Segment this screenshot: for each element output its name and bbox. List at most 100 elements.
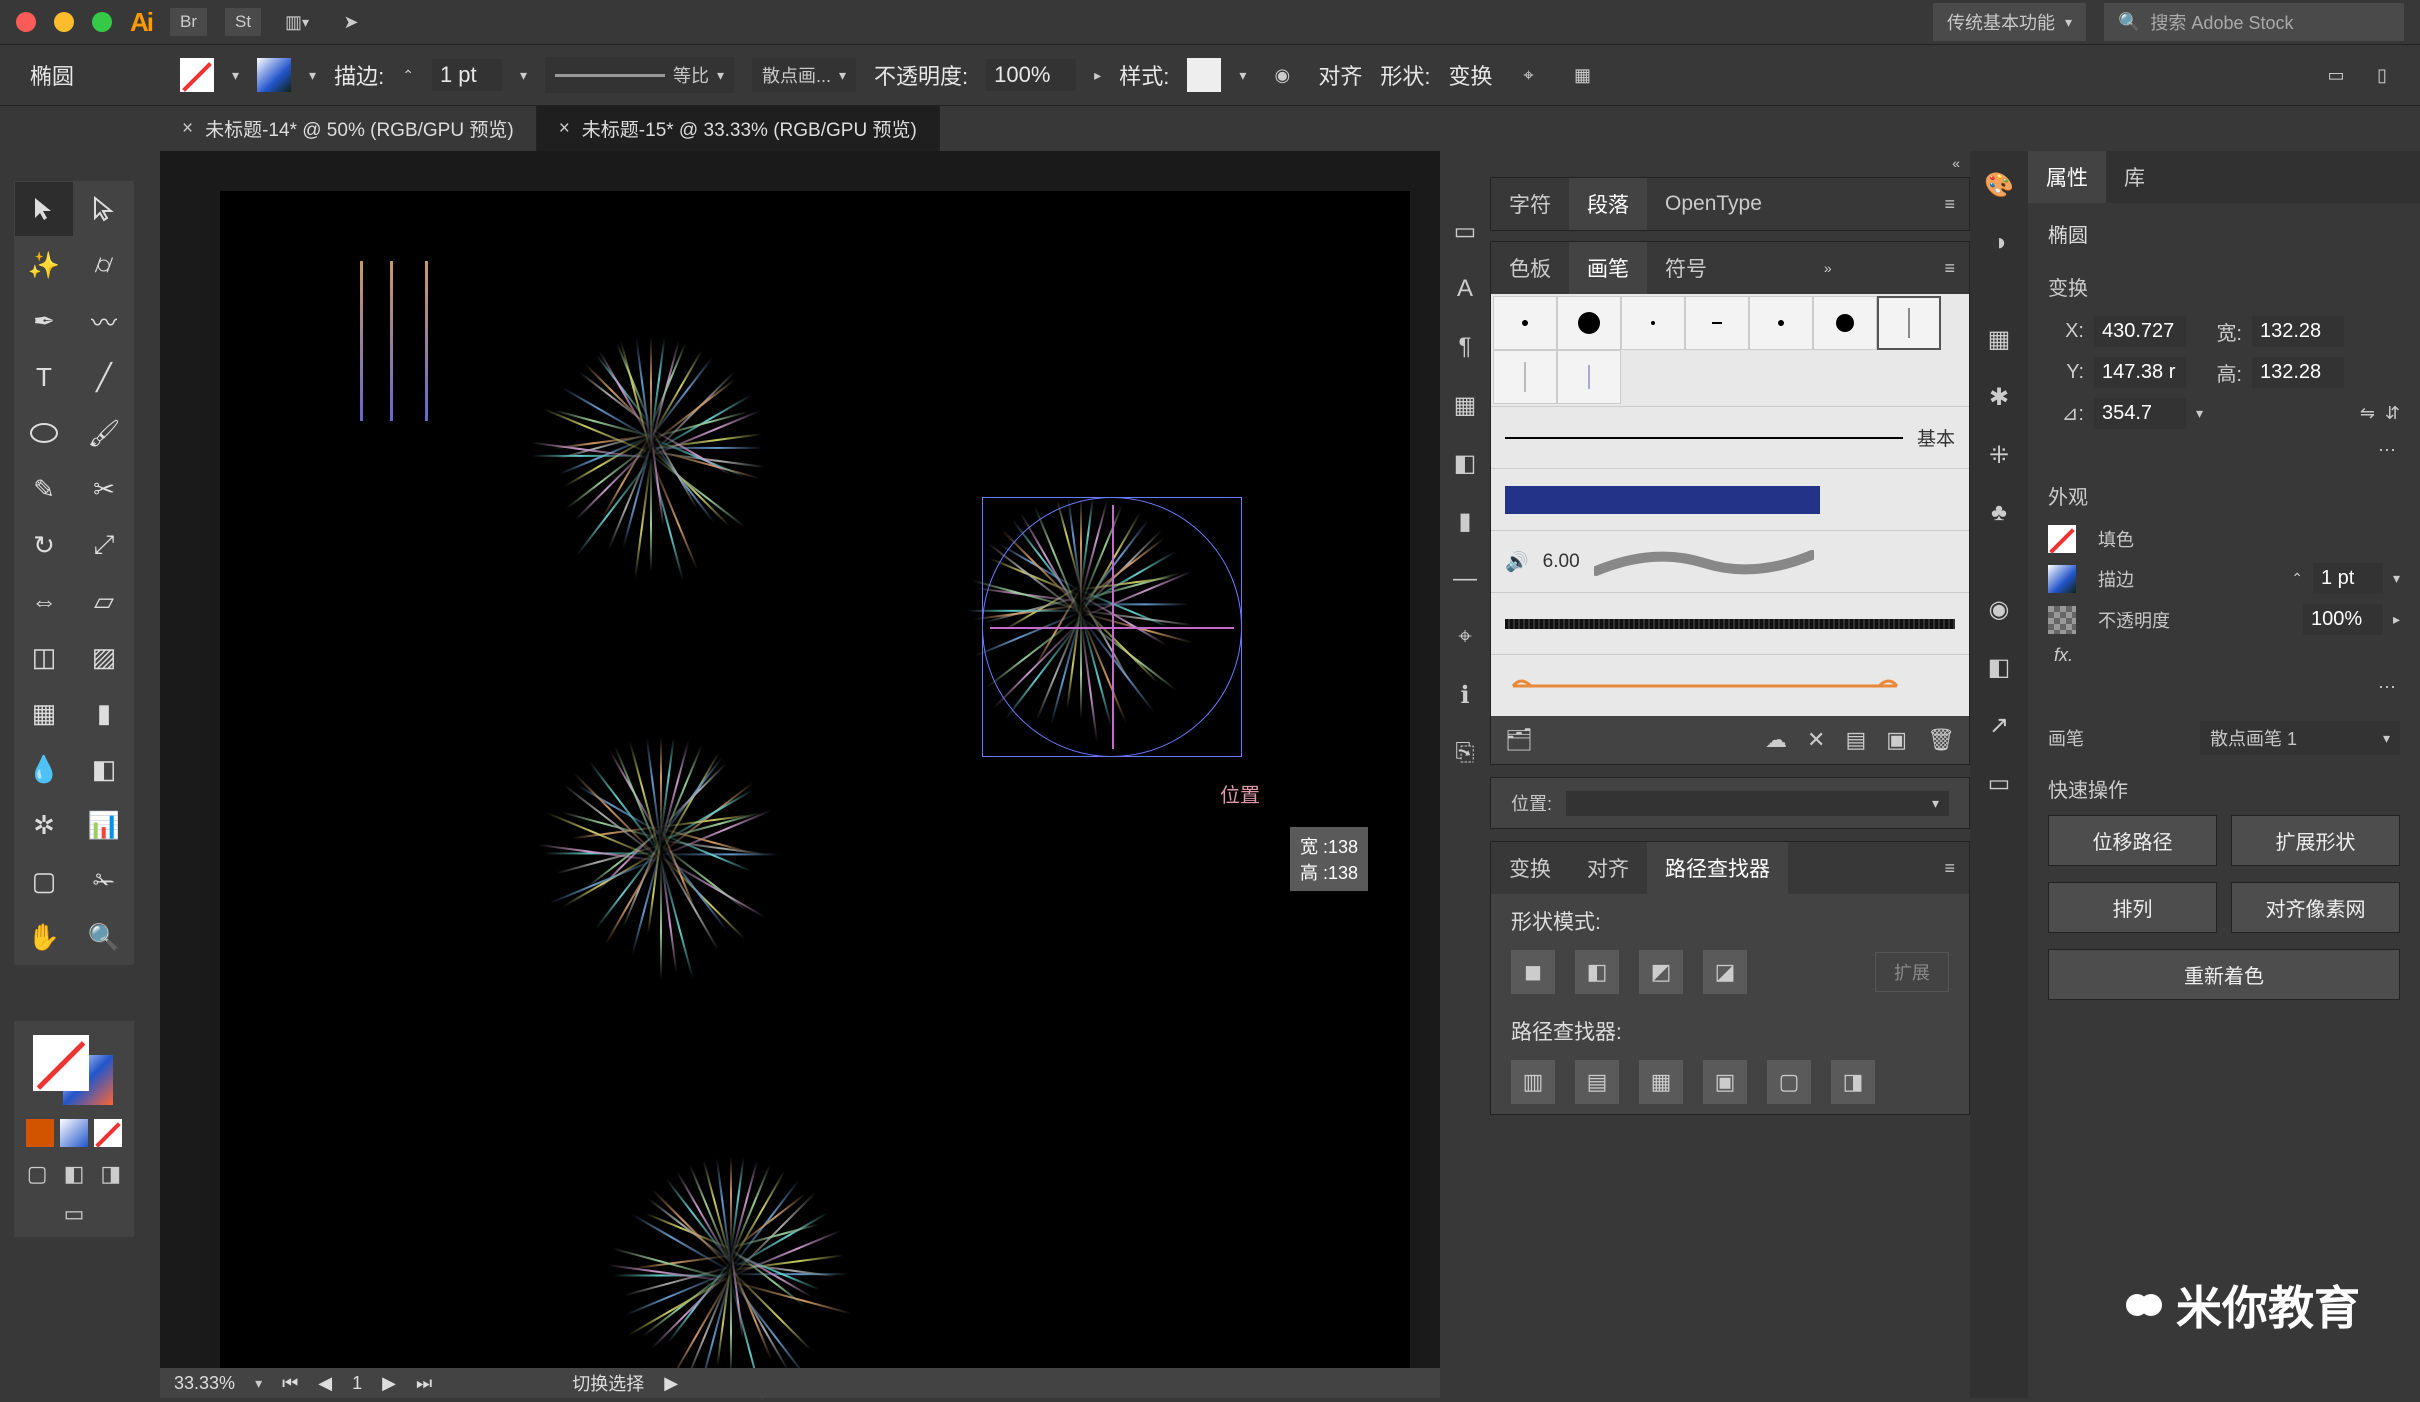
chevron-down-icon[interactable]: ▾: [255, 1375, 262, 1392]
profile-select[interactable]: 等比 ▾: [545, 57, 734, 93]
tab-char[interactable]: 字符: [1491, 178, 1569, 230]
shaper-tool[interactable]: ✎: [15, 462, 73, 516]
panel-menu-icon[interactable]: ≡: [1930, 194, 1969, 215]
nav-next-icon[interactable]: ▶: [382, 1373, 396, 1394]
symbol-sprayer-tool[interactable]: ✲: [15, 798, 73, 852]
fill-swatch[interactable]: [180, 58, 214, 92]
style-dropdown[interactable]: ▾: [1239, 67, 1246, 84]
selection-tool[interactable]: [15, 182, 73, 236]
tab-swatches[interactable]: 色板: [1491, 242, 1569, 294]
align-link[interactable]: 对齐: [1318, 59, 1362, 91]
collapsed-panel-icon[interactable]: ¶: [1445, 327, 1485, 367]
collapsed-panel-icon[interactable]: —: [1445, 559, 1485, 599]
brush-row-pattern[interactable]: [1491, 468, 1969, 530]
delete-brush-icon[interactable]: 🗑: [1927, 727, 1955, 753]
line-tool[interactable]: ╱: [75, 350, 133, 404]
macos-close[interactable]: [16, 12, 36, 32]
eyedropper-tool[interactable]: 💧: [15, 742, 73, 796]
panel-menu-icon[interactable]: ≡: [1930, 258, 1969, 279]
recolor-button[interactable]: 重新着色: [2048, 949, 2400, 1000]
align-pixel-button[interactable]: 对齐像素网: [2231, 882, 2400, 933]
angle-input[interactable]: [2094, 398, 2186, 429]
gradient-mode-swatch[interactable]: [60, 1119, 88, 1147]
doc-tab-2[interactable]: × 未标题-15* @ 33.33% (RGB/GPU 预览): [537, 106, 940, 151]
brush-swatch-selected[interactable]: [1877, 296, 1941, 350]
artboard[interactable]: 位置 宽 :138 高 :138: [220, 191, 1410, 1391]
column-graph-tool[interactable]: 📊: [75, 798, 133, 852]
tab-symbols[interactable]: 符号: [1647, 242, 1725, 294]
pf-crop-icon[interactable]: ▣: [1703, 1060, 1747, 1104]
expand-button[interactable]: 扩展: [1875, 952, 1949, 992]
brush-row-art1[interactable]: [1491, 592, 1969, 654]
fill-stroke-swatch[interactable]: [29, 1031, 119, 1111]
color-guide-icon[interactable]: ◑: [1979, 223, 2019, 263]
tab-brushes[interactable]: 画笔: [1569, 242, 1647, 294]
perspective-tool[interactable]: ▨: [75, 630, 133, 684]
artboard-tool[interactable]: ▢: [15, 854, 73, 908]
stroke-weight-input[interactable]: [432, 59, 502, 91]
shape-builder-tool[interactable]: ◫: [15, 630, 73, 684]
pf-minusback-icon[interactable]: ◨: [1831, 1060, 1875, 1104]
close-icon[interactable]: ×: [182, 118, 193, 140]
collapsed-panel-icon[interactable]: ◧: [1445, 443, 1485, 483]
style-swatch[interactable]: [1187, 58, 1221, 92]
close-icon[interactable]: ×: [559, 118, 570, 140]
brush-swatch[interactable]: [1493, 350, 1557, 404]
macos-min[interactable]: [54, 12, 74, 32]
none-mode-swatch[interactable]: [94, 1119, 122, 1147]
collapsed-panel-icon[interactable]: ℹ: [1445, 675, 1485, 715]
stock-tile[interactable]: St: [225, 8, 261, 36]
magic-wand-tool[interactable]: ✨: [15, 238, 73, 292]
ellipse-tool[interactable]: [15, 406, 73, 460]
macos-max[interactable]: [92, 12, 112, 32]
opacity-dropdown[interactable]: ▸: [1094, 67, 1101, 84]
y-input[interactable]: [2094, 357, 2186, 388]
collapsed-panel-icon[interactable]: ⌖: [1445, 617, 1485, 657]
free-transform-tool[interactable]: ▱: [75, 574, 133, 628]
panel-toggle-b-icon[interactable]: ▯: [2364, 57, 2400, 93]
zoom-readout[interactable]: 33.33%: [174, 1373, 235, 1394]
opacity-swatch[interactable]: [2048, 606, 2076, 634]
brush-def-select[interactable]: 散点画... ▾: [752, 58, 856, 92]
brush-row-art2[interactable]: [1491, 654, 1969, 716]
pf-intersect-icon[interactable]: ◩: [1639, 950, 1683, 994]
draw-inside-icon[interactable]: ◨: [100, 1161, 121, 1187]
expand-icon[interactable]: »: [1814, 260, 1842, 276]
appearance-icon[interactable]: ◉: [1979, 589, 2019, 629]
stock-search[interactable]: 🔍 搜索 Adobe Stock: [2104, 3, 2404, 41]
brush-swatch[interactable]: [1493, 296, 1557, 350]
collapsed-panel-icon[interactable]: ⎘: [1445, 733, 1485, 773]
paintbrush-tool[interactable]: 🖌: [75, 406, 133, 460]
brush-row-basic[interactable]: 基本: [1491, 406, 1969, 468]
offset-path-button[interactable]: 位移路径: [2048, 815, 2217, 866]
recolor-icon[interactable]: ◉: [1264, 57, 1300, 93]
collapsed-panel-icon[interactable]: A: [1445, 269, 1485, 309]
brush-swatch[interactable]: [1749, 296, 1813, 350]
eraser-tool[interactable]: ✂: [75, 462, 133, 516]
brush-swatch[interactable]: [1685, 296, 1749, 350]
draw-behind-icon[interactable]: ◧: [64, 1161, 85, 1187]
artboards-panel-icon[interactable]: ▭: [1979, 763, 2019, 803]
panel-menu-icon[interactable]: ≡: [1930, 858, 1969, 879]
opacity-dropdown[interactable]: ▸: [2393, 611, 2400, 628]
brush-select[interactable]: 散点画笔 1▾: [2200, 721, 2400, 755]
fill-dropdown[interactable]: ▾: [232, 67, 239, 84]
stroke-weight-dropdown[interactable]: ▾: [520, 67, 527, 84]
color-panel-icon[interactable]: 🎨: [1979, 165, 2019, 205]
brush-swatch[interactable]: [1621, 296, 1685, 350]
fx-label[interactable]: fx.: [2054, 645, 2073, 666]
blend-tool[interactable]: ◧: [75, 742, 133, 796]
stroke-swatch-dropdown[interactable]: ▾: [309, 67, 316, 84]
hand-tool[interactable]: ✋: [15, 910, 73, 964]
artboard-index[interactable]: 1: [352, 1373, 362, 1394]
gradient-tool[interactable]: ▮: [75, 686, 133, 740]
pf-minus-icon[interactable]: ◧: [1575, 950, 1619, 994]
status-next-icon[interactable]: ▶: [664, 1373, 678, 1394]
pf-outline-icon[interactable]: ▢: [1767, 1060, 1811, 1104]
stroke-swatch[interactable]: [257, 58, 291, 92]
position-select[interactable]: ▾: [1566, 791, 1949, 816]
tab-properties[interactable]: 属性: [2028, 151, 2106, 203]
h-input[interactable]: [2252, 357, 2344, 388]
nav-prev-icon[interactable]: ◀: [318, 1373, 332, 1394]
tab-para[interactable]: 段落: [1569, 178, 1647, 230]
